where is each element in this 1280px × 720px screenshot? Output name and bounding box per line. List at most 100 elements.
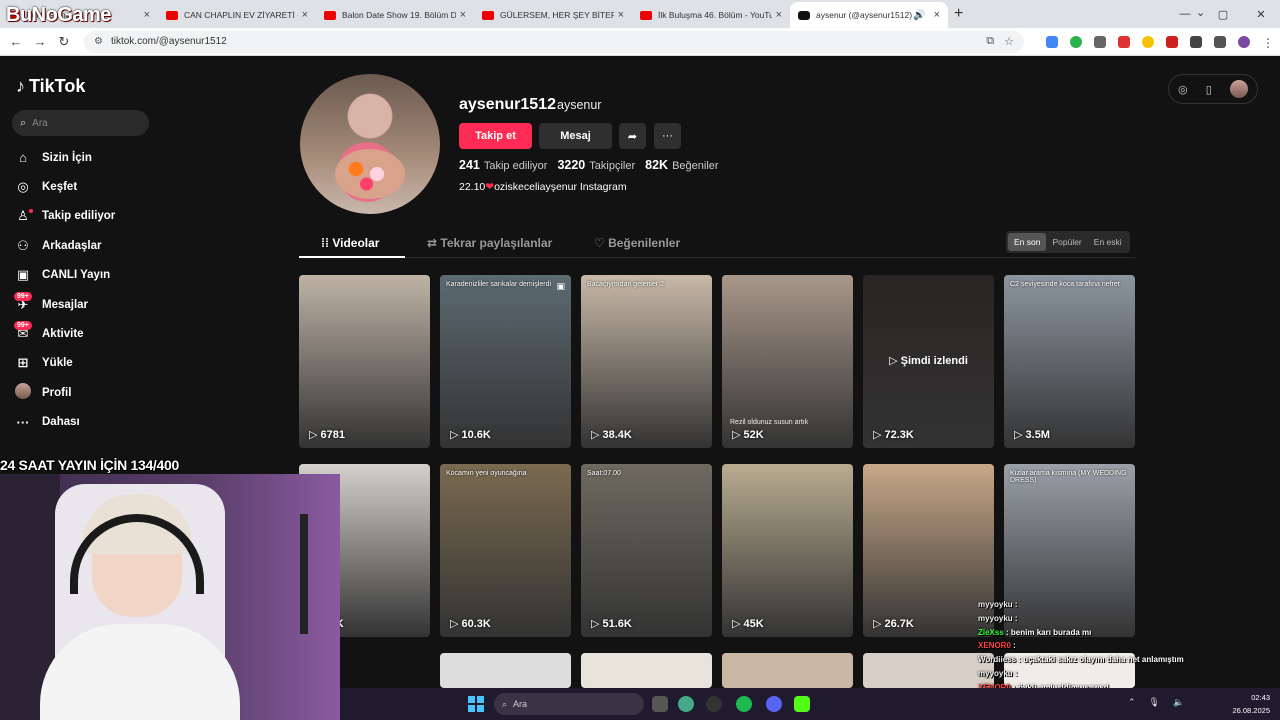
video-thumbnail[interactable] [440, 653, 571, 688]
reload-icon[interactable]: ↻ [52, 34, 76, 50]
browser-tab[interactable]: Balon Date Show 19. Bölüm Da × [316, 2, 474, 28]
extension-icon[interactable] [1166, 35, 1178, 48]
sidebar-item-9[interactable]: ··· Dahası [14, 408, 115, 437]
new-tab-button[interactable]: + [954, 5, 963, 23]
video-thumbnail[interactable]: C2 seviyesinde koca tarafına nefret ▷ 3.5… [1004, 275, 1135, 448]
sort-oldest[interactable]: En eski [1088, 233, 1128, 251]
photo-icon: ▣ [556, 281, 565, 291]
video-thumbnail[interactable]: Rezil oldunuz susun artık ▷ 52K [722, 275, 853, 448]
kebab-menu-icon[interactable]: ⋮ [1262, 36, 1274, 50]
following-stat[interactable]: 241 Takip ediliyor [459, 158, 547, 172]
more-options-icon[interactable]: ··· [654, 123, 681, 149]
sidebar-item-7[interactable]: ⊞ Yükle [14, 349, 115, 378]
profile-avatar[interactable] [300, 74, 440, 214]
video-thumbnail[interactable] [581, 653, 712, 688]
close-window-icon[interactable]: ✕ [1242, 8, 1280, 21]
tiktok-logo[interactable]: ♪ TikTok [16, 76, 85, 97]
device-icon[interactable]: ▯ [1206, 83, 1212, 96]
extension-icon[interactable] [1118, 35, 1130, 48]
shield-extension-icon[interactable] [1070, 35, 1082, 48]
browser-tab[interactable]: aysenur (@aysenur1512) | T🔊 × [790, 2, 948, 28]
windows-start-icon[interactable] [468, 696, 484, 712]
spotify-icon[interactable] [736, 696, 752, 712]
task-view-icon[interactable] [652, 696, 668, 712]
tab-reposts[interactable]: ⇄ Tekrar paylaşılanlar [427, 236, 552, 250]
video-thumbnail[interactable]: ▷ 6781 [299, 275, 430, 448]
puzzle-icon[interactable] [1190, 35, 1202, 48]
sidebar-item-3[interactable]: ⚇ Arkadaşlar [14, 231, 115, 260]
stream-chat: myyoyku : myyoyku : ZleXss : benim karı bu… [978, 598, 1238, 695]
browser-tab[interactable]: GÜLERSEM, HER ŞEY BİTER! (1 C × [474, 2, 632, 28]
video-thumbnail[interactable]: Bacaçıymıdan gelenler 2 ▷ 38.4K [581, 275, 712, 448]
translate-extension-icon[interactable] [1046, 35, 1058, 48]
chat-message: ZleXss : benim karı burada mı [978, 626, 1238, 640]
site-info-icon[interactable]: ⚙ [94, 36, 103, 47]
maximize-icon[interactable]: ▢ [1204, 8, 1242, 21]
followers-stat[interactable]: 3220 Takipçiler [557, 158, 635, 172]
tab-title: Balon Date Show 19. Bölüm Da [342, 10, 456, 20]
chevron-up-icon[interactable]: ⌃ [1128, 697, 1136, 708]
sidebar-item-6[interactable]: ✉ 99+ Aktivite [14, 319, 115, 348]
browser-tab[interactable]: CAN CHAPLIN EV ZİYARETİ - Yo × [158, 2, 316, 28]
kick-icon[interactable] [794, 696, 810, 712]
discord-icon[interactable] [766, 696, 782, 712]
media-control-icon[interactable] [1214, 35, 1226, 48]
profile-nickname: aysenur [557, 98, 602, 112]
notification-badge: 99+ [14, 321, 32, 331]
chat-text: : [1013, 641, 1016, 651]
close-tab-icon[interactable]: × [618, 9, 624, 21]
tab-audio-icon[interactable]: 🔊 [913, 10, 925, 21]
chat-message: myyoyku : [978, 612, 1238, 626]
mic-icon[interactable]: 🎙 [1149, 697, 1160, 708]
browser-tab[interactable]: İlk Buluşma 46. Bölüm - YouTub × [632, 2, 790, 28]
sidebar-item-8[interactable]: Profil [14, 378, 115, 407]
url-field[interactable]: ⚙ tiktok.com/@aysenur1512 ⧉ ☆ [84, 30, 1024, 53]
search-input[interactable]: ⌕ Ara [12, 110, 149, 136]
extension-icon[interactable] [1094, 35, 1106, 48]
sidebar-item-1[interactable]: ◎ Keşfet [14, 172, 115, 201]
tab-liked[interactable]: ♡ Beğenilenler [594, 236, 680, 250]
user-avatar[interactable] [1229, 80, 1248, 98]
video-thumbnail[interactable]: ▷ 45K [722, 464, 853, 637]
video-thumbnail[interactable]: Kocamın yeni oyuncağına ▷ 60.3K [440, 464, 571, 637]
clock[interactable]: 02:43 26.08.2025 [1232, 691, 1270, 717]
close-tab-icon[interactable]: × [776, 9, 782, 21]
tab-favicon-icon [324, 10, 336, 20]
close-tab-icon[interactable]: × [934, 9, 940, 21]
video-thumbnail[interactable]: ▷ Şimdi izlendi ▷ 72.3K [863, 275, 994, 448]
browser-tab-strip: BuNoGame×CAN CHAPLIN EV ZİYARETİ - Yo×Ba… [0, 0, 1280, 28]
coin-icon[interactable]: ◎ [1178, 83, 1188, 96]
share-icon[interactable]: ➦ [619, 123, 646, 149]
sort-latest[interactable]: En son [1008, 233, 1047, 251]
follow-button[interactable]: Takip et [459, 123, 532, 149]
sidebar-item-2[interactable]: ♙ Takip ediliyor [14, 202, 115, 231]
chrome-icon[interactable] [678, 696, 694, 712]
taskbar-search[interactable]: ⌕ Ara [494, 693, 644, 715]
video-thumbnail[interactable]: ▷ 26.7K [863, 464, 994, 637]
back-icon[interactable]: ← [4, 34, 28, 49]
close-tab-icon[interactable]: × [144, 9, 150, 21]
video-thumbnail[interactable]: Saat:07.00 ▷ 51.6K [581, 464, 712, 637]
chat-message: myyoyku : [978, 598, 1238, 612]
bookmark-star-icon[interactable]: ☆ [1004, 35, 1014, 48]
cast-icon[interactable]: ⧉ [986, 35, 994, 48]
speaker-icon[interactable]: 🔈 [1173, 697, 1184, 708]
message-button[interactable]: Mesaj [539, 123, 612, 149]
sort-popular[interactable]: Popüler [1046, 233, 1087, 251]
minimize-icon[interactable]: — [1166, 8, 1204, 20]
sidebar-item-5[interactable]: ✈ 99+ Mesajlar [14, 290, 115, 319]
forward-icon[interactable]: → [28, 34, 52, 49]
extension-icon[interactable] [1142, 35, 1154, 48]
tab-videos[interactable]: ⁞⁞ Videolar [321, 236, 379, 250]
chat-message: Wordiiess : uçaktaki sakız olayını daha … [978, 653, 1238, 667]
close-tab-icon[interactable]: × [302, 9, 308, 21]
close-tab-icon[interactable]: × [460, 9, 466, 21]
sidebar-item-4[interactable]: ▣ CANLI Yayın [14, 261, 115, 290]
video-thumbnail[interactable]: Karadenizliler sarıkalar demişlerdi ▣ ▷ 10… [440, 275, 571, 448]
sidebar-item-0[interactable]: ⌂ Sizin İçin [14, 143, 115, 172]
video-thumbnail[interactable] [722, 653, 853, 688]
profile-avatar-icon[interactable] [1238, 35, 1250, 48]
obs-icon[interactable] [706, 696, 722, 712]
chat-text: : benim karı burada mı [1006, 627, 1092, 637]
video-thumbnail[interactable] [863, 653, 994, 688]
